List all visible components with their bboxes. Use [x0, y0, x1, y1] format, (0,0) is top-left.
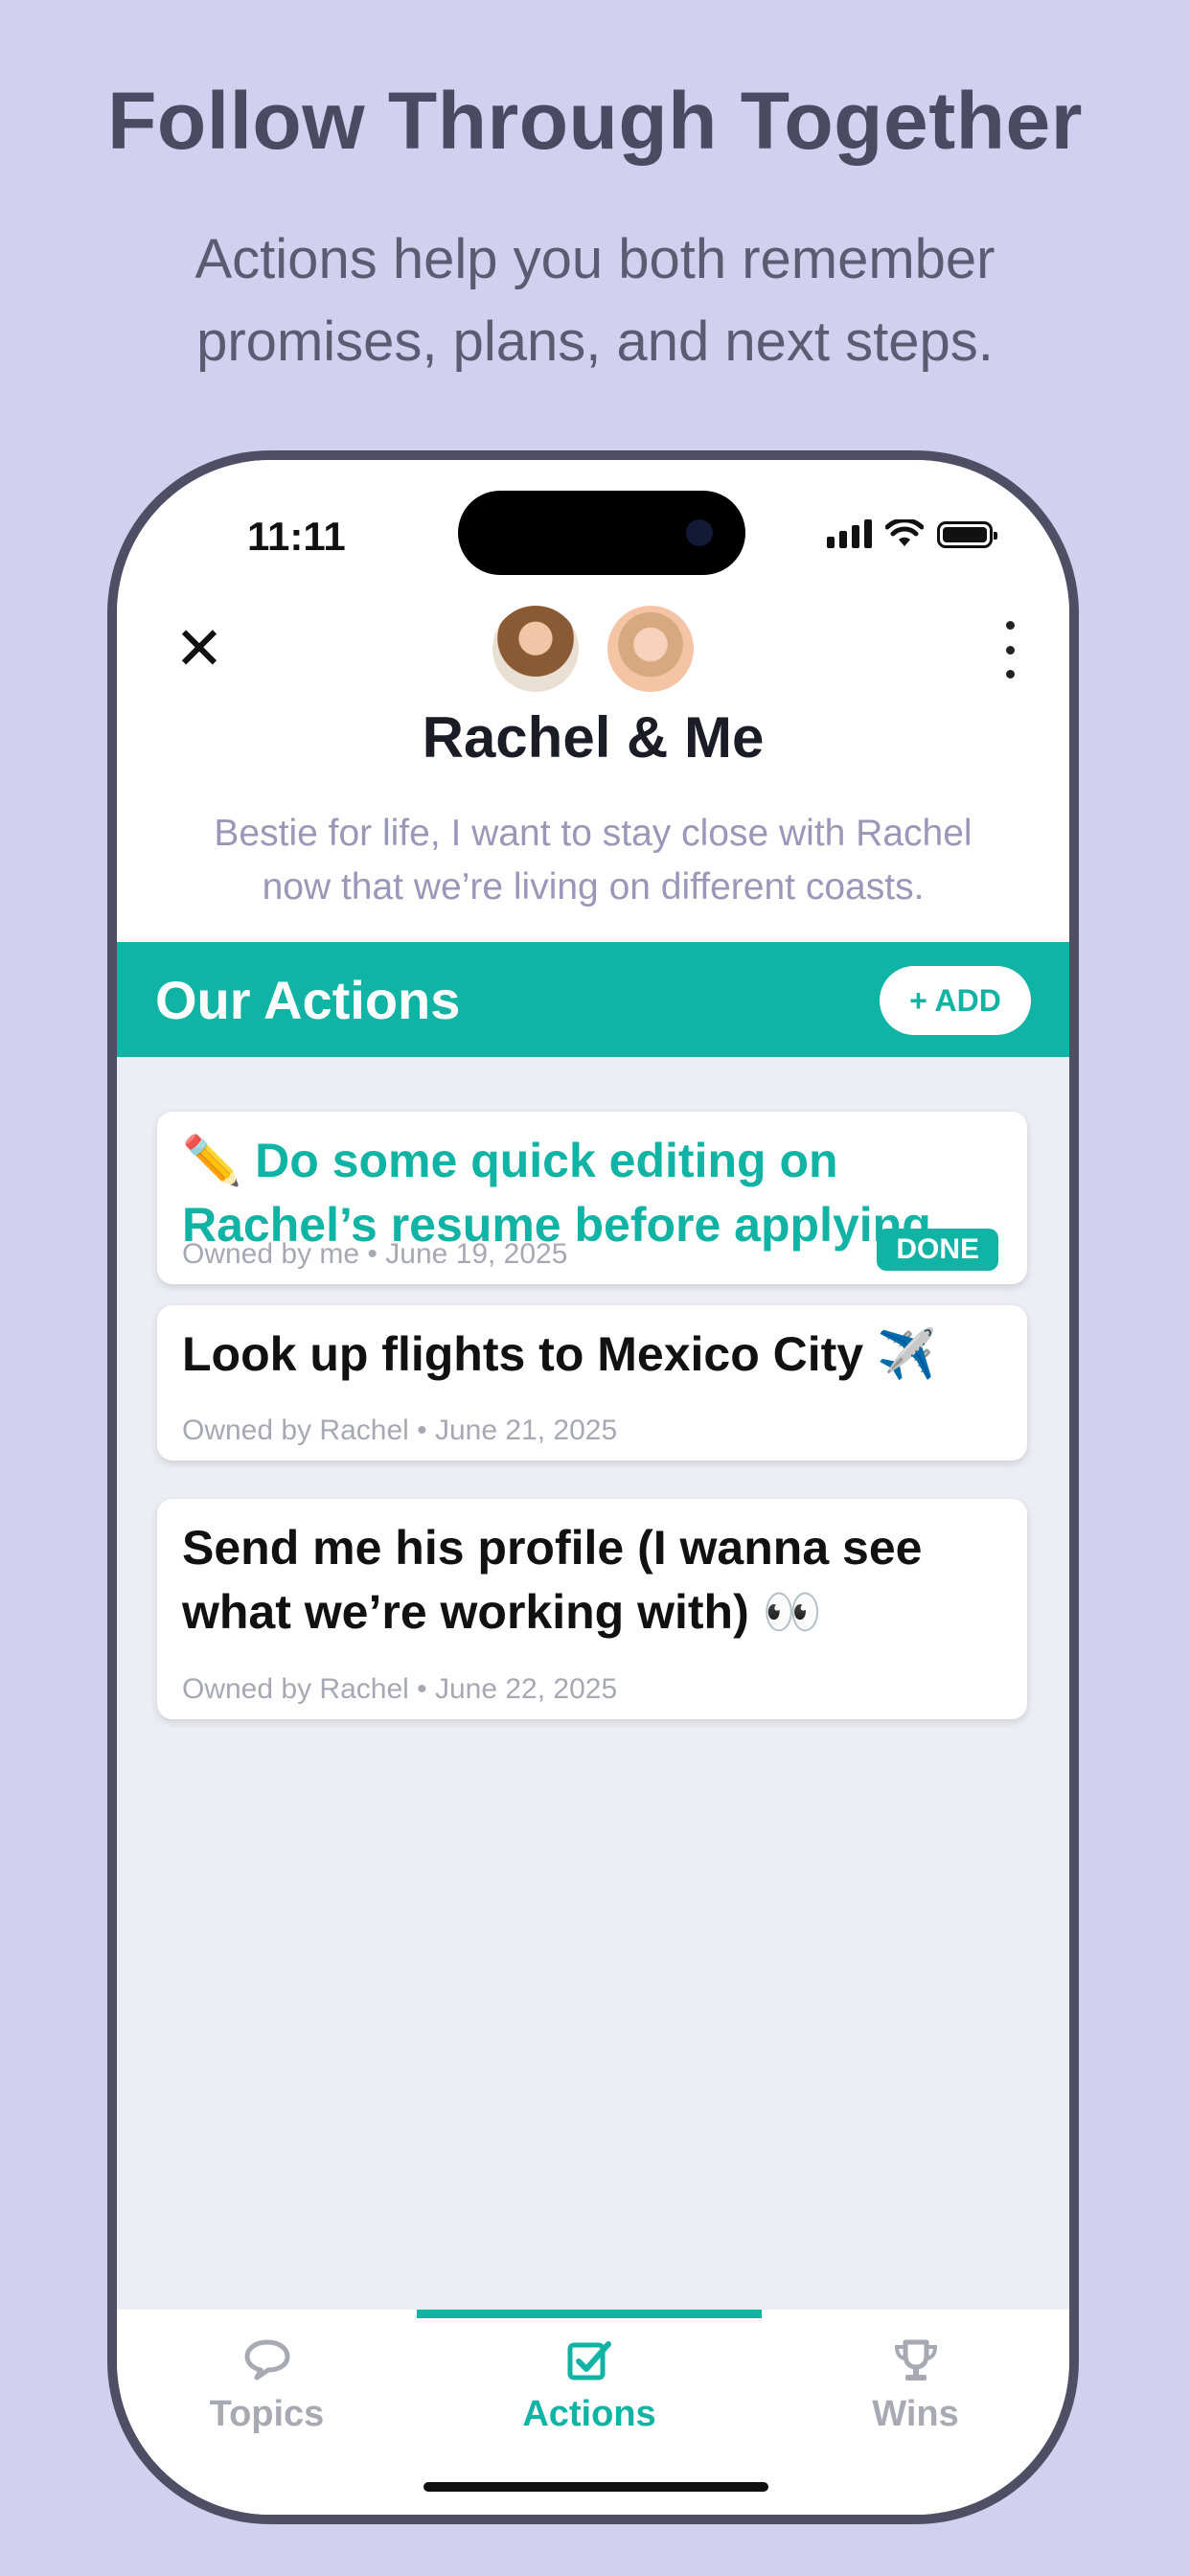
action-text-line1: Send me his profile (I wanna see: [182, 1521, 923, 1575]
status-time: 11:11: [247, 514, 346, 559]
action-text-line1: ✏️ Do some quick editing on: [182, 1134, 838, 1187]
battery-icon: [937, 521, 997, 548]
tab-topics[interactable]: Topics: [117, 2310, 417, 2515]
promo-subline-line1: Actions help you both remember: [195, 228, 995, 290]
action-text: Send me his profile (I wanna see what we…: [182, 1516, 998, 1644]
action-meta: Owned by Rachel • June 22, 2025: [182, 1673, 618, 1705]
wifi-icon: [885, 519, 924, 546]
tab-label: Actions: [522, 2394, 656, 2434]
action-card[interactable]: Send me his profile (I wanna see what we…: [157, 1499, 1027, 1719]
phone-screen: 11:11 ✕ Rachel & Me Bestie for life, I w: [117, 460, 1069, 2515]
phone-frame: 11:11 ✕ Rachel & Me Bestie for life, I w: [107, 450, 1079, 2524]
tab-wins[interactable]: Wins: [762, 2310, 1069, 2515]
avatar-me: [607, 606, 694, 692]
action-meta: Owned by Rachel • June 21, 2025: [182, 1414, 618, 1446]
description-line1: Bestie for life, I want to stay close wi…: [214, 813, 973, 854]
action-text-line2: what we’re working with) 👀: [182, 1585, 822, 1639]
tab-label: Topics: [209, 2394, 325, 2434]
tab-label: Wins: [872, 2394, 959, 2434]
action-card[interactable]: Look up flights to Mexico City ✈️ Owned …: [157, 1305, 1027, 1460]
speech-bubble-icon: [244, 2339, 289, 2380]
conversation-header: 11:11 ✕ Rachel & Me Bestie for life, I w: [117, 460, 1069, 942]
checkbox-icon: [567, 2341, 611, 2380]
status-icons: [827, 519, 997, 548]
close-icon[interactable]: ✕: [171, 620, 228, 679]
more-options-icon[interactable]: [1000, 621, 1019, 678]
camera-icon: [686, 519, 713, 546]
add-action-button[interactable]: + ADD: [880, 966, 1031, 1035]
home-indicator[interactable]: [423, 2482, 768, 2492]
status-badge: DONE: [877, 1229, 998, 1271]
actions-section-header: Our Actions + ADD: [117, 942, 1069, 1057]
promo-subline: Actions help you both remember promises,…: [0, 218, 1190, 383]
page-title: Rachel & Me: [422, 705, 765, 770]
relationship-description: Bestie for life, I want to stay close wi…: [174, 807, 1012, 914]
action-card[interactable]: ✏️ Do some quick editing on Rachel’s res…: [157, 1112, 1027, 1284]
description-line2: now that we’re living on different coast…: [262, 866, 925, 908]
trophy-icon: [894, 2339, 937, 2380]
promo-subline-line2: promises, plans, and next steps.: [196, 310, 994, 373]
action-meta: Owned by me • June 19, 2025: [182, 1238, 568, 1270]
tab-bar: Topics Actions Wins: [117, 2310, 1069, 2515]
dynamic-island: [458, 491, 745, 575]
action-text: Look up flights to Mexico City ✈️: [182, 1322, 998, 1387]
promo-headline: Follow Through Together: [107, 76, 1083, 166]
section-title: Our Actions: [155, 970, 461, 1030]
action-text-line1: Look up flights to Mexico City ✈️: [182, 1327, 937, 1381]
avatar-rachel: [492, 606, 579, 692]
signal-icon: [827, 519, 872, 548]
